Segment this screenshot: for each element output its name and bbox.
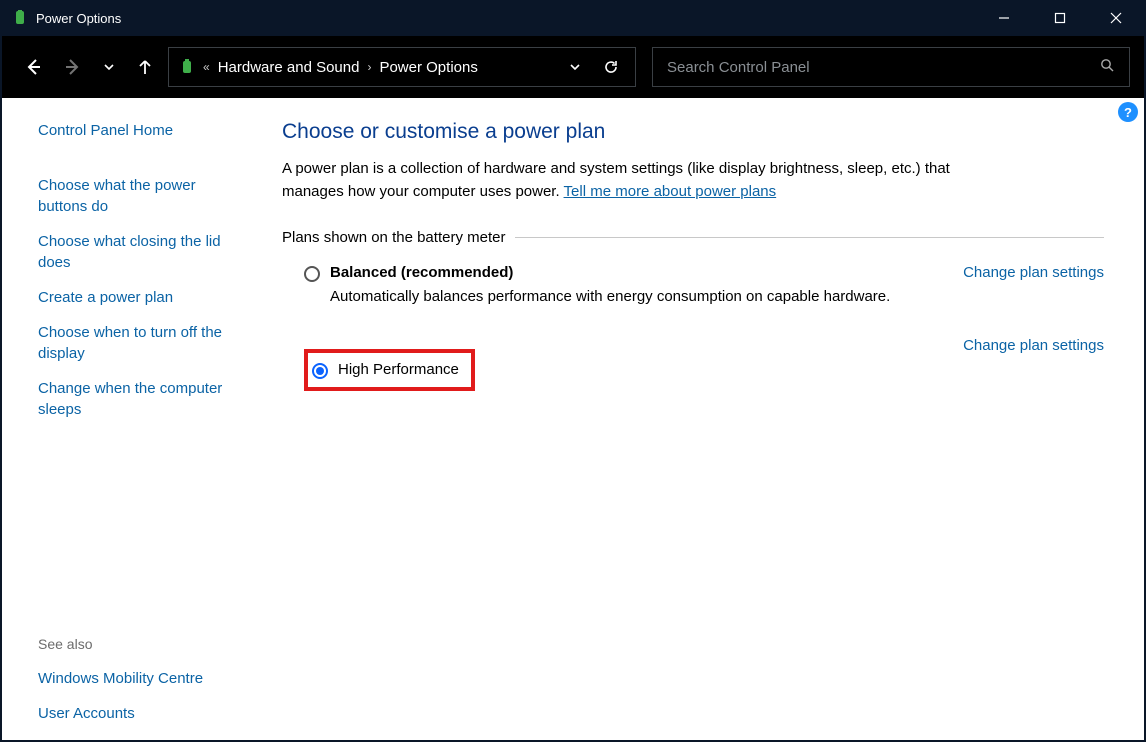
address-bar[interactable]: « Hardware and Sound › Power Options [168, 47, 636, 87]
highlight-annotation: High Performance [304, 349, 475, 391]
address-dropdown[interactable] [561, 60, 589, 74]
search-box[interactable] [652, 47, 1130, 87]
search-icon [1100, 58, 1115, 76]
window-controls [976, 0, 1144, 36]
sidebar-link-create-plan[interactable]: Create a power plan [38, 287, 244, 308]
battery-icon [179, 59, 195, 75]
page-description: A power plan is a collection of hardware… [282, 158, 982, 203]
close-button[interactable] [1088, 0, 1144, 36]
power-plan-high-performance: Change plan settings High Performance [282, 325, 1104, 391]
sidebar-link-turn-off-display[interactable]: Choose when to turn off the display [38, 322, 244, 364]
main-panel: Choose or customise a power plan A power… [262, 98, 1144, 740]
sidebar: Control Panel Home Choose what the power… [2, 98, 262, 740]
see-also-label: See also [38, 636, 244, 652]
divider [515, 237, 1104, 238]
sidebar-link-power-buttons[interactable]: Choose what the power buttons do [38, 175, 244, 217]
window-title: Power Options [36, 11, 976, 26]
change-plan-settings-link[interactable]: Change plan settings [963, 337, 1104, 354]
back-button[interactable] [16, 50, 50, 84]
refresh-button[interactable] [597, 59, 625, 75]
plan-name-balanced[interactable]: Balanced (recommended) [330, 264, 513, 281]
breadcrumb-level-2[interactable]: Power Options [379, 59, 477, 76]
content-area: ? Control Panel Home Choose what the pow… [2, 98, 1144, 740]
recent-dropdown[interactable] [96, 50, 122, 84]
forward-button[interactable] [56, 50, 90, 84]
maximize-button[interactable] [1032, 0, 1088, 36]
nav-toolbar: « Hardware and Sound › Power Options [2, 36, 1144, 98]
sidebar-link-computer-sleeps[interactable]: Change when the computer sleeps [38, 378, 244, 420]
up-button[interactable] [128, 50, 162, 84]
sidebar-link-closing-lid[interactable]: Choose what closing the lid does [38, 231, 244, 273]
radio-balanced[interactable] [304, 266, 320, 282]
plans-section-label: Plans shown on the battery meter [282, 229, 1104, 246]
see-also-mobility-centre[interactable]: Windows Mobility Centre [38, 668, 244, 689]
plan-description-balanced: Automatically balances performance with … [330, 288, 910, 305]
breadcrumb-level-1[interactable]: Hardware and Sound [218, 59, 360, 76]
minimize-button[interactable] [976, 0, 1032, 36]
app-icon [12, 10, 28, 26]
search-input[interactable] [667, 59, 1100, 76]
tell-me-more-link[interactable]: Tell me more about power plans [564, 183, 777, 200]
plan-name-high-performance[interactable]: High Performance [338, 361, 459, 378]
change-plan-settings-link[interactable]: Change plan settings [963, 264, 1104, 281]
see-also-user-accounts[interactable]: User Accounts [38, 703, 244, 724]
control-panel-home-link[interactable]: Control Panel Home [38, 120, 244, 141]
chevron-right-icon: › [367, 60, 371, 74]
power-plan-balanced: Change plan settings Balanced (recommend… [282, 264, 1104, 305]
page-heading: Choose or customise a power plan [282, 120, 1104, 144]
titlebar: Power Options [2, 0, 1144, 36]
radio-high-performance[interactable] [312, 363, 328, 379]
chevron-left-icon: « [203, 60, 210, 74]
plans-label-text: Plans shown on the battery meter [282, 229, 505, 246]
